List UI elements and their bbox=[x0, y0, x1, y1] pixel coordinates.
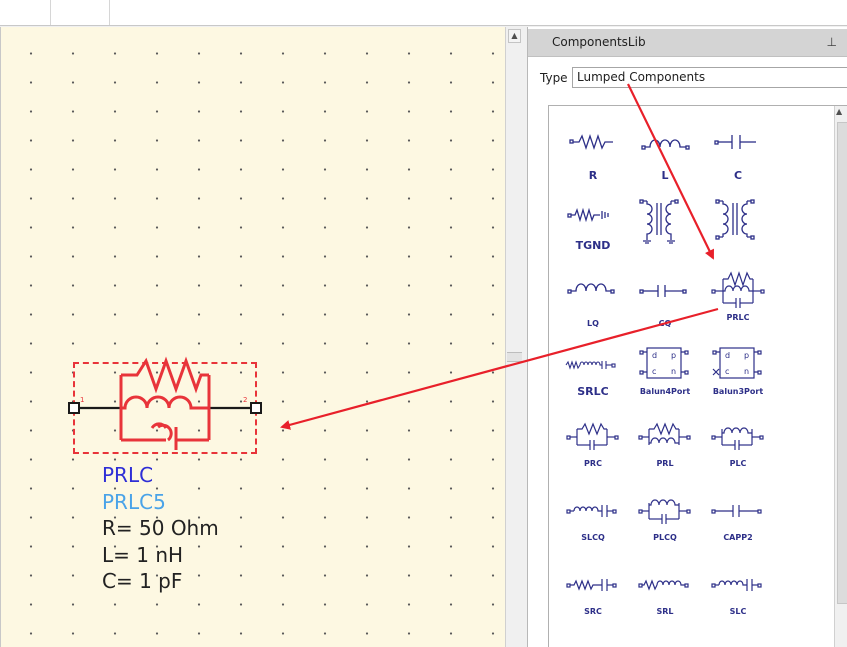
svg-text:n: n bbox=[671, 367, 676, 376]
scroll-thumb[interactable] bbox=[507, 352, 522, 362]
inductor-icon bbox=[641, 139, 690, 150]
component-label: R bbox=[588, 169, 598, 182]
component-properties: PRLC PRLC5 R= 50 Ohm L= 1 nH C= 1 pF bbox=[102, 462, 219, 595]
component-label: Balun4Port bbox=[639, 387, 691, 396]
component-label: PRC bbox=[584, 459, 602, 468]
parallel-lc-q-icon bbox=[638, 499, 691, 524]
series-rl-icon bbox=[638, 579, 689, 591]
inductor-q-icon bbox=[567, 283, 615, 294]
scroll-thumb[interactable] bbox=[837, 122, 847, 604]
scroll-up-arrow-icon[interactable]: ▲ bbox=[508, 29, 521, 43]
component-slcq[interactable]: SLCQ bbox=[558, 495, 628, 565]
component-balun3port[interactable]: d p c n Balun3Port bbox=[703, 343, 773, 413]
component-lq[interactable]: LQ bbox=[558, 273, 628, 343]
svg-text:c: c bbox=[652, 367, 656, 376]
component-plcq[interactable]: PLCQ bbox=[630, 495, 700, 565]
component-prc[interactable]: PRC bbox=[558, 421, 628, 491]
scroll-up-arrow-icon[interactable]: ▲ bbox=[836, 107, 842, 116]
component-grid-scrollbar[interactable]: ▲ bbox=[834, 106, 847, 647]
component-prl[interactable]: PRL bbox=[630, 421, 700, 491]
component-label: C bbox=[733, 169, 743, 182]
svg-text:d: d bbox=[725, 351, 730, 360]
component-srl[interactable]: SRL bbox=[630, 569, 700, 639]
component-label: PLC bbox=[729, 459, 747, 468]
resistor-icon bbox=[569, 133, 613, 151]
component-label: Balun3Port bbox=[712, 387, 764, 396]
tgnd-icon bbox=[567, 207, 609, 223]
component-src[interactable]: SRC bbox=[558, 569, 628, 639]
capp2-icon bbox=[711, 505, 762, 517]
schematic-canvas[interactable] bbox=[0, 27, 505, 647]
component-srlc[interactable]: SRLC bbox=[558, 345, 628, 415]
type-dropdown[interactable]: Lumped Components bbox=[572, 67, 847, 88]
component-l[interactable]: L bbox=[630, 127, 700, 197]
component-label: SRL bbox=[656, 607, 674, 616]
component-prlc[interactable]: PRLC bbox=[703, 267, 773, 337]
component-label: SLCQ bbox=[581, 533, 605, 542]
component-label: PRLC bbox=[726, 313, 750, 322]
parallel-rc-icon bbox=[566, 422, 619, 450]
component-plc[interactable]: PLC bbox=[703, 421, 773, 491]
balun4port-icon: d p c n bbox=[639, 347, 689, 379]
component-label: CQ bbox=[658, 319, 672, 328]
component-label: L bbox=[661, 169, 669, 182]
selection-box[interactable] bbox=[73, 362, 257, 454]
parallel-rlc-icon bbox=[711, 271, 765, 308]
component-transformer[interactable] bbox=[630, 189, 700, 259]
component-cq[interactable]: CQ bbox=[630, 273, 700, 343]
param-c[interactable]: C= 1 pF bbox=[102, 568, 219, 595]
toolbar-tab[interactable] bbox=[51, 0, 110, 25]
capacitor-q-icon bbox=[639, 285, 687, 297]
component-c[interactable]: C bbox=[703, 127, 773, 197]
component-r[interactable]: R bbox=[558, 127, 628, 197]
component-slc[interactable]: SLC bbox=[703, 569, 773, 639]
svg-text:p: p bbox=[671, 351, 676, 360]
capacitor-icon bbox=[714, 135, 756, 149]
series-rc-icon bbox=[566, 579, 617, 591]
component-label: SRC bbox=[584, 607, 602, 616]
component-balun4port[interactable]: d p c n Balun4Port bbox=[630, 343, 700, 413]
svg-text:d: d bbox=[652, 351, 657, 360]
svg-text:n: n bbox=[744, 367, 749, 376]
type-label: Type bbox=[540, 71, 568, 85]
transformer-icon bbox=[639, 199, 679, 244]
component-label: TGND bbox=[575, 239, 611, 252]
parallel-rl-icon bbox=[638, 422, 691, 445]
series-rlc-icon bbox=[565, 360, 616, 370]
component-label: PLCQ bbox=[653, 533, 677, 542]
component-capp2[interactable]: CAPP2 bbox=[703, 495, 773, 565]
top-toolbar bbox=[0, 0, 847, 26]
component-label: SRLC bbox=[577, 385, 609, 398]
component-tgnd[interactable]: TGND bbox=[558, 197, 628, 267]
balun3port-icon: d p c n bbox=[712, 347, 762, 379]
series-lc-q-icon bbox=[566, 505, 617, 517]
toolbar-tab[interactable] bbox=[0, 0, 51, 25]
svg-text:p: p bbox=[744, 351, 749, 360]
svg-text:c: c bbox=[725, 367, 729, 376]
component-transformer-2[interactable] bbox=[703, 189, 773, 259]
parallel-lc-icon bbox=[711, 427, 764, 450]
transformer-icon bbox=[715, 199, 755, 240]
panel-header: ComponentsLib ⊥ bbox=[528, 29, 847, 57]
param-r[interactable]: R= 50 Ohm bbox=[102, 515, 219, 542]
canvas-scrollbar[interactable]: ▲ bbox=[505, 27, 523, 647]
instance-name[interactable]: PRLC5 bbox=[102, 489, 219, 516]
component-label: PRL bbox=[656, 459, 674, 468]
pin-icon[interactable]: ⊥ bbox=[827, 35, 837, 49]
component-label: LQ bbox=[587, 319, 599, 328]
param-l[interactable]: L= 1 nH bbox=[102, 542, 219, 569]
series-lc-icon bbox=[711, 579, 762, 591]
component-label: CAPP2 bbox=[723, 533, 753, 542]
component-name[interactable]: PRLC bbox=[102, 462, 219, 489]
panel-title: ComponentsLib bbox=[552, 35, 646, 49]
components-lib-panel: ComponentsLib ⊥ Type Lumped Components ▲… bbox=[527, 27, 847, 647]
component-label: SLC bbox=[729, 607, 747, 616]
